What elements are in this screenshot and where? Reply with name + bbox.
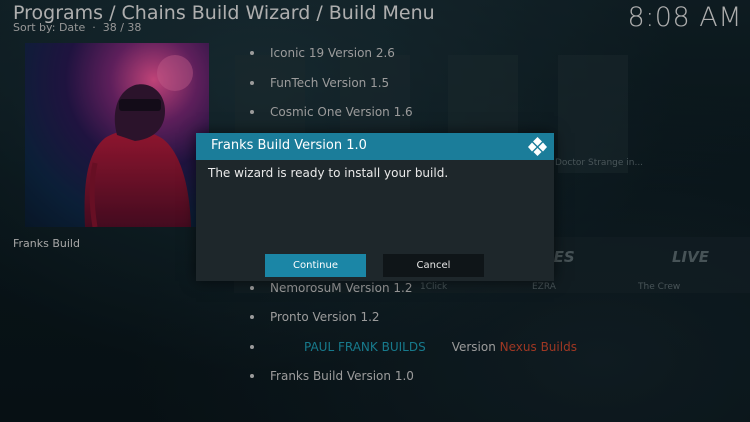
dialog-title: Franks Build Version 1.0 <box>211 138 367 153</box>
dialog-message: The wizard is ready to install your buil… <box>208 166 449 180</box>
install-dialog: Franks Build Version 1.0 The wizard is r… <box>196 133 554 281</box>
dialog-header: Franks Build Version 1.0 <box>196 133 554 160</box>
continue-button[interactable]: Continue <box>265 254 366 277</box>
cancel-button[interactable]: Cancel <box>383 254 484 277</box>
kodi-logo-icon <box>528 137 547 156</box>
